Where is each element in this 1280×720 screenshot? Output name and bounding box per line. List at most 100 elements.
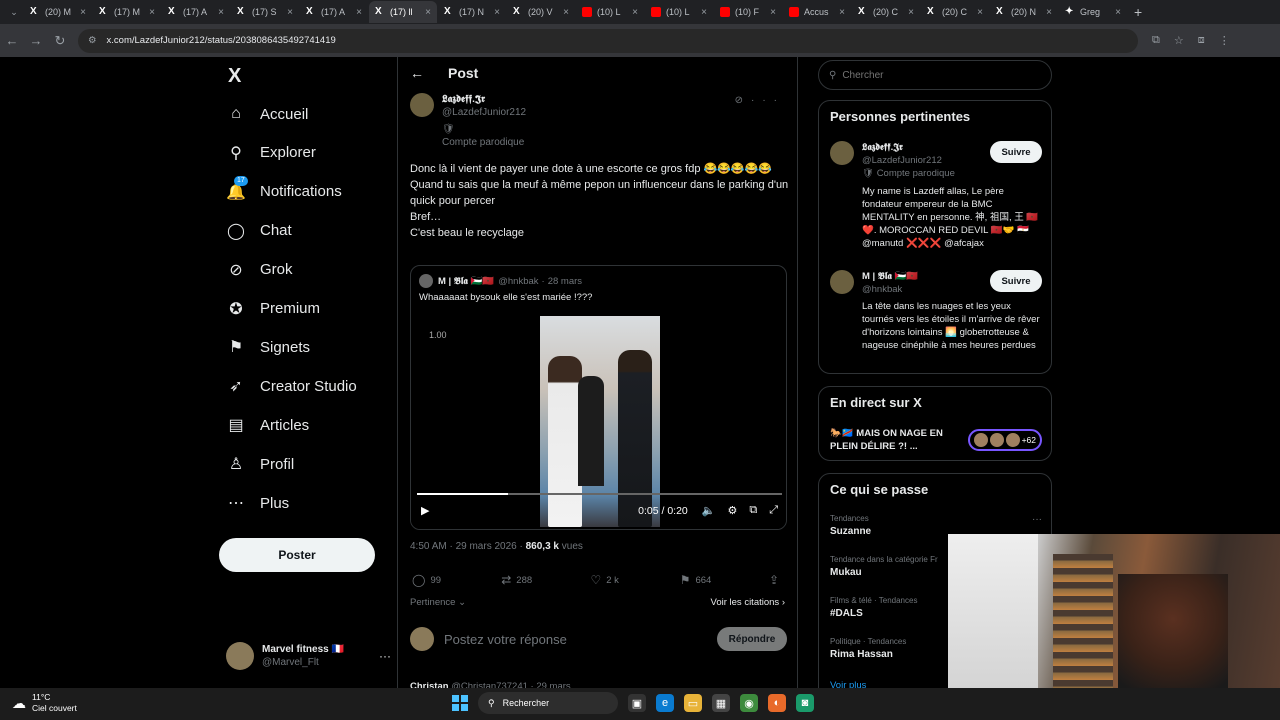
sidebar-item-articles[interactable]: ▤ Articles xyxy=(226,410,309,440)
sidebar-item-accueil[interactable]: ⌂ Accueil xyxy=(226,99,308,129)
browser-tab[interactable]: X (17) A × xyxy=(162,1,230,23)
sidebar-item-premium[interactable]: ✪ Premium xyxy=(226,294,320,324)
pip-icon[interactable]: ⧉ xyxy=(749,504,757,517)
grok-icon[interactable]: ⊘ xyxy=(735,95,751,106)
close-tab-icon[interactable]: × xyxy=(425,7,431,18)
browser-tab[interactable]: X (17) ll × xyxy=(369,1,437,23)
sidebar-item-signets[interactable]: ⚑ Signets xyxy=(226,332,310,362)
author-handle[interactable]: @LazdefJunior212 xyxy=(442,106,526,119)
avatar[interactable] xyxy=(830,141,854,165)
more-options-icon[interactable]: ··· xyxy=(751,95,785,106)
account-switcher[interactable]: Marvel fitness 🇫🇷 @Marvel_Flt ··· xyxy=(226,642,391,670)
more-options-icon[interactable]: ··· xyxy=(1032,514,1042,525)
edge-icon[interactable]: e xyxy=(656,694,674,712)
sidebar-item-creator-studio[interactable]: ➶ Creator Studio xyxy=(226,371,356,401)
sidebar-item-chat[interactable]: ◯ Chat xyxy=(226,216,292,246)
browser-tab[interactable]: X (17) A × xyxy=(300,1,368,23)
close-tab-icon[interactable]: × xyxy=(287,7,293,18)
live-space[interactable]: 🐎🇨🇩 MAIS ON NAGE EN PLEIN DÉLIRE ?! ... … xyxy=(830,427,1042,453)
close-tab-icon[interactable]: × xyxy=(218,7,224,18)
post-button[interactable]: Poster xyxy=(219,538,375,572)
browser-tab[interactable]: X (20) M × xyxy=(24,1,92,23)
task-view-icon[interactable]: ▣ xyxy=(628,694,646,712)
sidebar-item-plus[interactable]: ⋯ Plus xyxy=(226,488,289,518)
browser-tab[interactable]: ✦ Greg × xyxy=(1059,1,1127,23)
browser-tab[interactable]: X (17) N × xyxy=(438,1,506,23)
browser-tab[interactable]: X (20) C × xyxy=(852,1,920,23)
chrome-icon[interactable]: ◉ xyxy=(740,694,758,712)
bookmark-button[interactable]: ⚑ 664 xyxy=(680,573,769,587)
fullscreen-icon[interactable]: ⤢ xyxy=(769,504,778,517)
avatar[interactable] xyxy=(830,270,854,294)
install-icon[interactable]: ⧉ xyxy=(1152,34,1160,47)
close-tab-icon[interactable]: × xyxy=(494,7,500,18)
x-logo[interactable]: X xyxy=(228,65,241,88)
taskbar-search[interactable]: ⚲ Rechercher xyxy=(478,692,618,714)
firefox-icon[interactable]: ◐ xyxy=(768,694,786,712)
forward-icon[interactable]: → xyxy=(24,33,48,48)
close-tab-icon[interactable]: × xyxy=(149,7,155,18)
settings-icon[interactable]: ⚙ xyxy=(727,504,737,517)
new-tab-icon[interactable]: + xyxy=(1134,4,1142,20)
author-name[interactable]: 𝕷𝖆𝖟𝖉𝖊𝖋𝖋.𝕵𝖗 xyxy=(442,93,526,106)
follow-button[interactable]: Suivre xyxy=(990,270,1042,292)
site-info-icon[interactable]: ⚙ xyxy=(88,35,97,46)
sidebar-item-explorer[interactable]: ⚲ Explorer xyxy=(226,138,316,168)
close-tab-icon[interactable]: × xyxy=(632,7,638,18)
weather-widget[interactable]: ☁ 11°C Ciel couvert xyxy=(12,692,77,714)
browser-tab[interactable]: X (17) M × xyxy=(93,1,161,23)
reload-icon[interactable]: ↻ xyxy=(48,33,72,49)
file-explorer-icon[interactable]: ▭ xyxy=(684,694,702,712)
relevance-dropdown[interactable]: Pertinence ⌄ xyxy=(410,597,466,608)
tab-search-icon[interactable]: ⌄ xyxy=(4,7,24,18)
reply-input[interactable]: Postez votre réponse xyxy=(444,632,567,647)
search-input[interactable] xyxy=(842,69,1023,81)
reply-submit-button[interactable]: Répondre xyxy=(717,627,787,651)
windows-start-icon[interactable] xyxy=(452,695,468,711)
reply-button[interactable]: ◯ 99 xyxy=(412,573,501,587)
browser-tab[interactable]: Accus × xyxy=(783,1,851,23)
video-progress-bar[interactable] xyxy=(417,493,782,495)
sidebar-item-notifications[interactable]: 🔔 17 Notifications xyxy=(226,175,342,207)
close-tab-icon[interactable]: × xyxy=(977,7,983,18)
sidebar-item-profil[interactable]: ♙ Profil xyxy=(226,449,294,479)
quoted-post[interactable]: M | 𝕭𝖑𝖆 🇵🇸🇲🇦 @hnkbak · 28 mars Whaaaaaat… xyxy=(410,265,787,530)
browser-tab[interactable]: (10) L × xyxy=(576,1,644,23)
person-name[interactable]: M | 𝕭𝖑𝖆 🇵🇸🇲🇦 xyxy=(862,271,918,282)
close-tab-icon[interactable]: × xyxy=(563,7,569,18)
like-button[interactable]: ♡ 2 k xyxy=(590,573,679,587)
follow-button[interactable]: Suivre xyxy=(990,141,1042,163)
browser-tab[interactable]: X (20) C × xyxy=(921,1,989,23)
back-icon[interactable]: ← xyxy=(0,33,24,48)
browser-tab[interactable]: (10) F × xyxy=(714,1,782,23)
sidebar-item-grok[interactable]: ⊘ Grok xyxy=(226,255,292,285)
post-author[interactable]: 𝕷𝖆𝖟𝖉𝖊𝖋𝖋.𝕵𝖗 @LazdefJunior212 🛡 Compte paro… xyxy=(410,93,526,149)
browser-tab[interactable]: (10) L × xyxy=(645,1,713,23)
close-tab-icon[interactable]: × xyxy=(701,7,707,18)
view-citations-link[interactable]: Voir les citations › xyxy=(711,597,785,608)
star-icon[interactable]: ☆ xyxy=(1174,34,1184,47)
close-tab-icon[interactable]: × xyxy=(839,7,845,18)
repost-button[interactable]: ⇄ 288 xyxy=(501,573,590,587)
person-name[interactable]: 𝕷𝖆𝖟𝖉𝖊𝖋𝖋.𝕵𝖗 xyxy=(862,142,903,153)
close-tab-icon[interactable]: × xyxy=(80,7,86,18)
back-arrow-icon[interactable]: ← xyxy=(410,65,424,81)
menu-icon[interactable]: ⋮ xyxy=(1219,34,1230,47)
post-timestamp[interactable]: 4:50 AM · 29 mars 2026 · xyxy=(410,541,523,552)
close-tab-icon[interactable]: × xyxy=(1046,7,1052,18)
extensions-icon[interactable]: ⧈ xyxy=(1198,34,1205,47)
post-options[interactable]: ⊘··· xyxy=(735,95,785,106)
close-tab-icon[interactable]: × xyxy=(356,7,362,18)
close-tab-icon[interactable]: × xyxy=(770,7,776,18)
play-icon[interactable]: ▶ xyxy=(421,504,429,517)
browser-tab[interactable]: X (17) S × xyxy=(231,1,299,23)
search-box[interactable]: ⚲ xyxy=(818,60,1052,90)
close-tab-icon[interactable]: × xyxy=(1115,7,1121,18)
close-tab-icon[interactable]: × xyxy=(908,7,914,18)
browser-tab[interactable]: X (20) V × xyxy=(507,1,575,23)
video-player[interactable]: 1.00 ▶ 0:05 / 0:20 🔈 ⚙ ⧉ ⤢ xyxy=(411,310,786,529)
avatar[interactable] xyxy=(410,93,434,117)
url-field[interactable]: ⚙ x.com/LazdefJunior212/status/203808643… xyxy=(78,28,1138,53)
store-icon[interactable]: ▦ xyxy=(712,694,730,712)
share-button[interactable]: ⇪ xyxy=(769,573,784,587)
